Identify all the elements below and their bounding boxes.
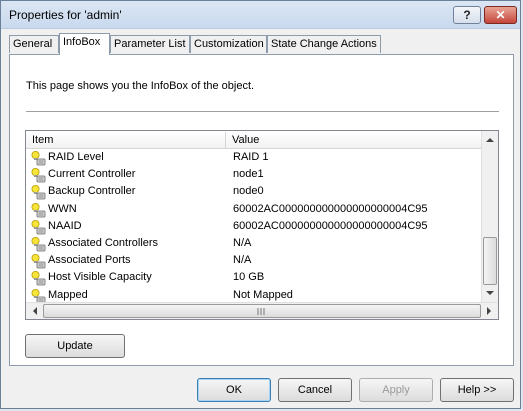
tab-customization[interactable]: Customization bbox=[190, 35, 267, 53]
grip-icon bbox=[257, 308, 265, 315]
item-value: RAID 1 bbox=[233, 151, 269, 163]
ok-button[interactable]: OK bbox=[197, 378, 271, 402]
lightbulb-device-icon bbox=[30, 202, 46, 218]
item-value: node1 bbox=[233, 168, 264, 181]
lightbulb-device-icon bbox=[30, 150, 46, 166]
item-name: NAAID bbox=[48, 219, 82, 232]
item-name: Associated Controllers bbox=[48, 236, 159, 249]
list-item[interactable]: Backup Controller node0 bbox=[26, 183, 481, 200]
item-name: Mapped bbox=[48, 288, 88, 301]
lightbulb-device-icon bbox=[30, 236, 46, 252]
apply-button[interactable]: Apply bbox=[359, 378, 433, 402]
divider bbox=[26, 111, 499, 113]
horizontal-scroll-thumb[interactable] bbox=[43, 304, 481, 318]
column-header-item[interactable]: Item bbox=[32, 134, 53, 146]
horizontal-scrollbar[interactable] bbox=[26, 302, 498, 319]
lightbulb-device-icon bbox=[30, 270, 46, 286]
lightbulb-device-icon bbox=[30, 167, 46, 183]
tab-state-change-actions[interactable]: State Change Actions bbox=[267, 35, 381, 53]
title-bar[interactable]: Properties for 'admin' ? ✕ bbox=[1, 1, 520, 29]
item-name: Current Controller bbox=[48, 168, 136, 181]
tab-parameter-list[interactable]: Parameter List bbox=[110, 35, 190, 53]
column-divider[interactable] bbox=[225, 132, 226, 148]
close-icon: ✕ bbox=[495, 8, 506, 22]
list-rows: RAID Level RAID 1 Current Controller node1 B… bbox=[26, 149, 481, 304]
scroll-left-icon[interactable] bbox=[32, 307, 37, 315]
scroll-up-icon[interactable] bbox=[486, 137, 494, 142]
item-value: 10 GB bbox=[233, 271, 265, 284]
list-header: Item Value bbox=[26, 131, 481, 149]
item-value: N/A bbox=[233, 236, 252, 249]
lightbulb-device-icon bbox=[30, 253, 46, 269]
item-value: 60002AC000000000000000000004C95 bbox=[233, 202, 428, 215]
list-item[interactable]: Current Controller node1 bbox=[26, 166, 481, 183]
help-title-button[interactable]: ? bbox=[453, 6, 481, 24]
item-name: RAID Level bbox=[48, 151, 104, 163]
column-header-value[interactable]: Value bbox=[232, 134, 259, 146]
infobox-list[interactable]: Item Value RAID Level RAID 1 Current Contr… bbox=[25, 130, 499, 320]
window-title: Properties for 'admin' bbox=[9, 8, 122, 22]
item-value: N/A bbox=[233, 254, 252, 267]
item-name: Associated Ports bbox=[48, 254, 131, 267]
page-description: This page shows you the InfoBox of the o… bbox=[26, 80, 255, 92]
item-value: Not Mapped bbox=[233, 288, 293, 301]
list-item[interactable]: WWN 60002AC000000000000000000004C95 bbox=[26, 201, 481, 218]
tab-general[interactable]: General bbox=[9, 35, 59, 53]
list-item[interactable]: Host Visible Capacity 10 GB bbox=[26, 269, 481, 286]
update-button[interactable]: Update bbox=[25, 334, 125, 358]
item-value: node0 bbox=[233, 185, 264, 198]
scroll-down-icon[interactable] bbox=[486, 291, 494, 296]
list-item[interactable]: Associated Ports N/A bbox=[26, 252, 481, 269]
help-button[interactable]: Help >> bbox=[440, 378, 514, 402]
item-name: Host Visible Capacity bbox=[48, 271, 152, 284]
lightbulb-device-icon bbox=[30, 219, 46, 235]
close-button[interactable]: ✕ bbox=[484, 6, 517, 24]
item-name: Backup Controller bbox=[48, 185, 136, 198]
cancel-button[interactable]: Cancel bbox=[278, 378, 352, 402]
tab-infobox[interactable]: InfoBox bbox=[59, 33, 110, 55]
list-item[interactable]: Associated Controllers N/A bbox=[26, 235, 481, 252]
scroll-right-icon[interactable] bbox=[487, 307, 492, 315]
item-value: 60002AC000000000000000000004C95 bbox=[233, 219, 428, 232]
item-name: WWN bbox=[48, 202, 77, 215]
properties-dialog: Properties for 'admin' ? ✕ General InfoB… bbox=[0, 0, 521, 409]
vertical-scrollbar[interactable] bbox=[481, 131, 498, 302]
list-item[interactable]: RAID Level RAID 1 bbox=[26, 149, 481, 166]
lightbulb-device-icon bbox=[30, 184, 46, 200]
help-icon: ? bbox=[463, 8, 471, 22]
list-item[interactable]: NAAID 60002AC000000000000000000004C95 bbox=[26, 218, 481, 235]
vertical-scroll-thumb[interactable] bbox=[483, 237, 497, 285]
